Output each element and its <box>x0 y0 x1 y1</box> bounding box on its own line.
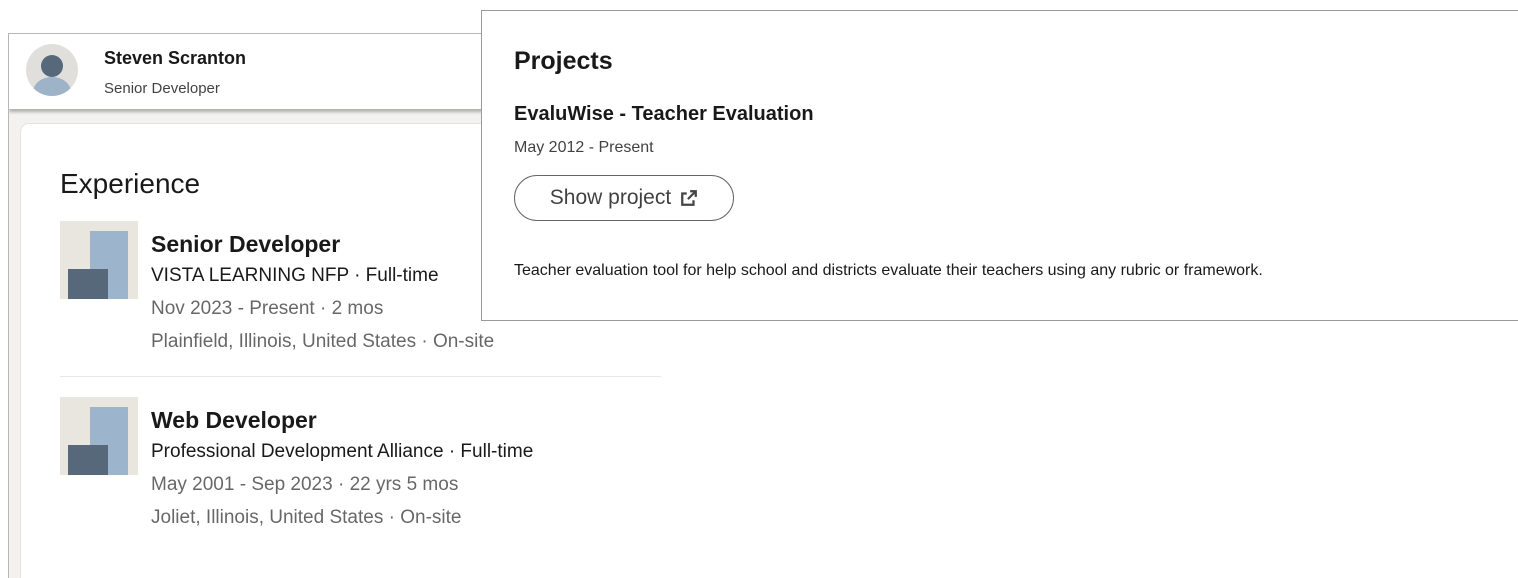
experience-job-title: Senior Developer <box>151 231 341 257</box>
experience-dates: Nov 2023 - Present · 2 mos <box>151 298 384 319</box>
experience-company: Professional Development Alliance · Full… <box>151 441 534 462</box>
show-project-label: Show project <box>549 186 672 209</box>
project-dates: May 2012 - Present <box>514 139 654 156</box>
avatar[interactable] <box>26 44 78 96</box>
company-logo[interactable] <box>60 397 138 475</box>
experience-company: VISTA LEARNING NFP · Full-time <box>151 265 439 286</box>
projects-panel: Projects EvaluWise - Teacher Evaluation … <box>481 10 1518 321</box>
experience-title: Experience <box>60 168 201 199</box>
experience-dates: May 2001 - Sep 2023 · 22 yrs 5 mos <box>151 474 459 495</box>
profile-name[interactable]: Steven Scranton <box>104 48 246 69</box>
avatar-shoulders-shape <box>33 77 71 96</box>
show-project-button[interactable]: Show project <box>514 175 734 221</box>
logo-block-dark <box>68 445 108 475</box>
experience-item-details: Senior Developer VISTA LEARNING NFP · Fu… <box>151 221 494 358</box>
profile-headline: Senior Developer <box>104 80 220 97</box>
experience-item-details: Web Developer Professional Development A… <box>151 397 533 534</box>
experience-location: Plainfield, Illinois, United States · On… <box>151 331 495 352</box>
experience-location: Joliet, Illinois, United States · On-sit… <box>151 507 462 528</box>
company-logo[interactable] <box>60 221 138 299</box>
projects-title: Projects <box>514 47 613 75</box>
avatar-head-shape <box>41 55 63 77</box>
external-link-icon <box>680 189 698 207</box>
logo-block-dark <box>68 269 108 299</box>
project-description: Teacher evaluation tool for help school … <box>514 262 1263 279</box>
project-name: EvaluWise - Teacher Evaluation <box>514 103 814 125</box>
experience-job-title: Web Developer <box>151 407 317 433</box>
experience-divider <box>60 376 661 377</box>
